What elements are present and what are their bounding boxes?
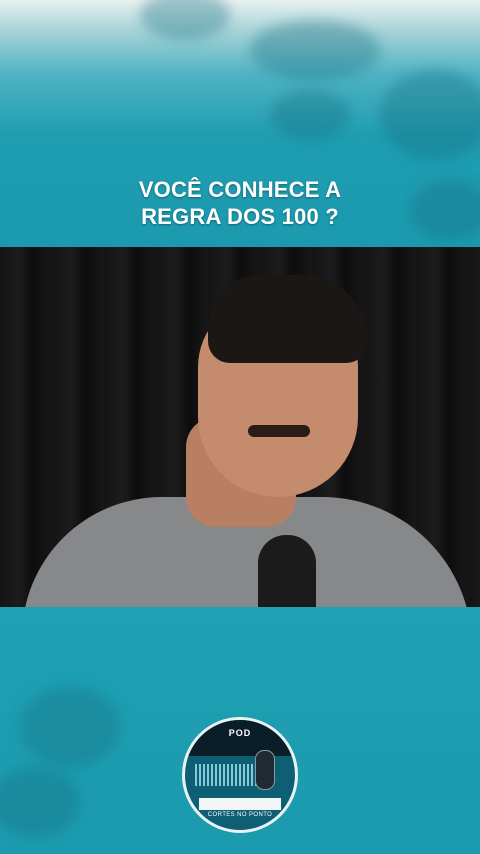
leaf-shadow [250,20,380,80]
video-frame[interactable] [0,247,480,607]
top-background: VOCÊ CONHECE A REGRA DOS 100 ? [0,0,480,247]
podcast-logo[interactable]: POD CORTES NO PONTO [182,717,298,833]
leaf-shadow [20,687,120,767]
leaf-shadow [380,70,480,160]
leaf-shadow [270,90,350,140]
microphone [258,535,316,607]
headline-caption: VOCÊ CONHECE A REGRA DOS 100 ? [0,176,480,230]
soundwave-icon [195,764,259,786]
bottom-background: POD CORTES NO PONTO [0,607,480,854]
leaf-shadow [0,767,80,837]
leaf-shadow [140,0,230,40]
headline-line-1: VOCÊ CONHECE A [138,177,342,202]
microphone-icon [255,750,275,790]
logo-banner [199,798,281,810]
reel-screen: VOCÊ CONHECE A REGRA DOS 100 ? POD CORTE… [0,0,480,854]
headline-line-2: REGRA DOS 100 ? [141,204,339,229]
logo-brand-text: CORTES NO PONTO [207,812,273,818]
speaker-mustache [248,425,310,437]
logo-top-band [185,720,295,756]
logo-pod-text: POD [228,728,252,738]
